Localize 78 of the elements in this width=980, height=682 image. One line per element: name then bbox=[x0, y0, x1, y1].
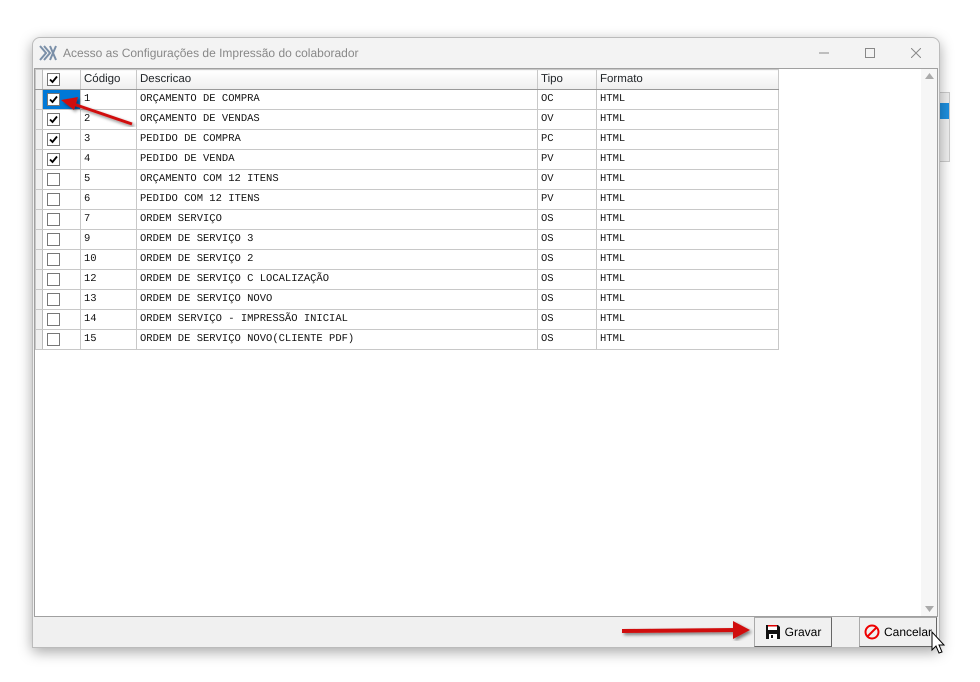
table-cell: HTML bbox=[596, 330, 778, 350]
table-cell: PC bbox=[538, 130, 596, 150]
table-cell: OS bbox=[538, 290, 596, 310]
table-cell: 15 bbox=[80, 330, 136, 350]
checkbox[interactable] bbox=[47, 93, 60, 106]
table-cell: HTML bbox=[596, 150, 778, 170]
checkbox[interactable] bbox=[47, 153, 60, 166]
checkbox[interactable] bbox=[47, 253, 60, 266]
table-cell: ORDEM SERVIÇO bbox=[136, 210, 538, 230]
table-cell: ORDEM DE SERVIÇO C LOCALIZAÇÃO bbox=[136, 270, 538, 290]
table-cell: OS bbox=[538, 210, 596, 230]
table-cell: PV bbox=[538, 190, 596, 210]
checkbox[interactable] bbox=[47, 113, 60, 126]
table-cell: OS bbox=[538, 250, 596, 270]
table-cell: OS bbox=[538, 270, 596, 290]
table-cell: OS bbox=[538, 310, 596, 330]
table-cell: HTML bbox=[596, 90, 778, 110]
table-cell: ORDEM DE SERVIÇO NOVO(CLIENTE PDF) bbox=[136, 330, 538, 350]
table-cell: HTML bbox=[596, 290, 778, 310]
table-cell: PV bbox=[538, 150, 596, 170]
table-cell: OS bbox=[538, 230, 596, 250]
table-cell: HTML bbox=[596, 230, 778, 250]
table-cell: PEDIDO DE COMPRA bbox=[136, 130, 538, 150]
table-cell: HTML bbox=[596, 270, 778, 290]
table-cell: HTML bbox=[596, 110, 778, 130]
checkbox[interactable] bbox=[47, 133, 60, 146]
table-cell: 10 bbox=[80, 250, 136, 270]
checkbox[interactable] bbox=[47, 273, 60, 286]
window-title: Acesso as Configurações de Impressão do colaborador bbox=[63, 45, 360, 62]
table-cell: 12 bbox=[80, 270, 136, 290]
table-cell: PEDIDO COM 12 ITENS bbox=[136, 190, 538, 210]
mouse-cursor-icon bbox=[932, 630, 946, 654]
table-cell: HTML bbox=[596, 310, 778, 330]
table-cell: HTML bbox=[596, 210, 778, 230]
table-cell: 13 bbox=[80, 290, 136, 310]
checkbox[interactable] bbox=[47, 333, 60, 346]
table-cell: OV bbox=[538, 170, 596, 190]
table-cell: ORDEM SERVIÇO - IMPRESSÃO INICIAL bbox=[136, 310, 538, 330]
checkbox[interactable] bbox=[47, 173, 60, 186]
table-cell: PEDIDO DE VENDA bbox=[136, 150, 538, 170]
table-cell: ORÇAMENTO DE COMPRA bbox=[136, 90, 538, 110]
table-cell: 5 bbox=[80, 170, 136, 190]
table-cell: OC bbox=[538, 90, 596, 110]
table-cell: ORDEM DE SERVIÇO NOVO bbox=[136, 290, 538, 310]
table-cell: 7 bbox=[80, 210, 136, 230]
table-cell: 4 bbox=[80, 150, 136, 170]
table-cell: HTML bbox=[596, 190, 778, 210]
checkbox[interactable] bbox=[47, 213, 60, 226]
table-cell: 2 bbox=[80, 110, 136, 130]
table-cell: ORÇAMENTO COM 12 ITENS bbox=[136, 170, 538, 190]
column-header[interactable]: Código bbox=[80, 70, 136, 90]
table-cell: HTML bbox=[596, 170, 778, 190]
table-cell: ORDEM DE SERVIÇO 2 bbox=[136, 250, 538, 270]
table-cell: HTML bbox=[596, 250, 778, 270]
column-header[interactable]: Tipo bbox=[538, 70, 596, 90]
table-cell: 9 bbox=[80, 230, 136, 250]
table-cell: ORÇAMENTO DE VENDAS bbox=[136, 110, 538, 130]
table-cell: ORDEM DE SERVIÇO 3 bbox=[136, 230, 538, 250]
maximize-icon bbox=[865, 48, 875, 58]
checkbox[interactable] bbox=[47, 313, 60, 326]
close-icon bbox=[911, 48, 921, 58]
cancel-button[interactable]: Cancelar bbox=[859, 617, 937, 647]
table-cell: 3 bbox=[80, 130, 136, 150]
column-header[interactable]: Descricao bbox=[136, 70, 538, 90]
checkbox[interactable] bbox=[47, 193, 60, 206]
checkbox[interactable] bbox=[47, 73, 60, 86]
table-cell: 6 bbox=[80, 190, 136, 210]
app-logo-icon bbox=[39, 45, 57, 61]
column-header[interactable]: Formato bbox=[596, 70, 778, 90]
checkbox[interactable] bbox=[47, 233, 60, 246]
checkbox[interactable] bbox=[47, 293, 60, 306]
table-cell: OV bbox=[538, 110, 596, 130]
table-cell: HTML bbox=[596, 130, 778, 150]
table-cell: OS bbox=[538, 330, 596, 350]
table-cell: 1 bbox=[80, 90, 136, 110]
table-cell: 14 bbox=[80, 310, 136, 330]
save-button[interactable]: Gravar bbox=[754, 617, 832, 647]
prohibited-icon bbox=[864, 624, 880, 640]
